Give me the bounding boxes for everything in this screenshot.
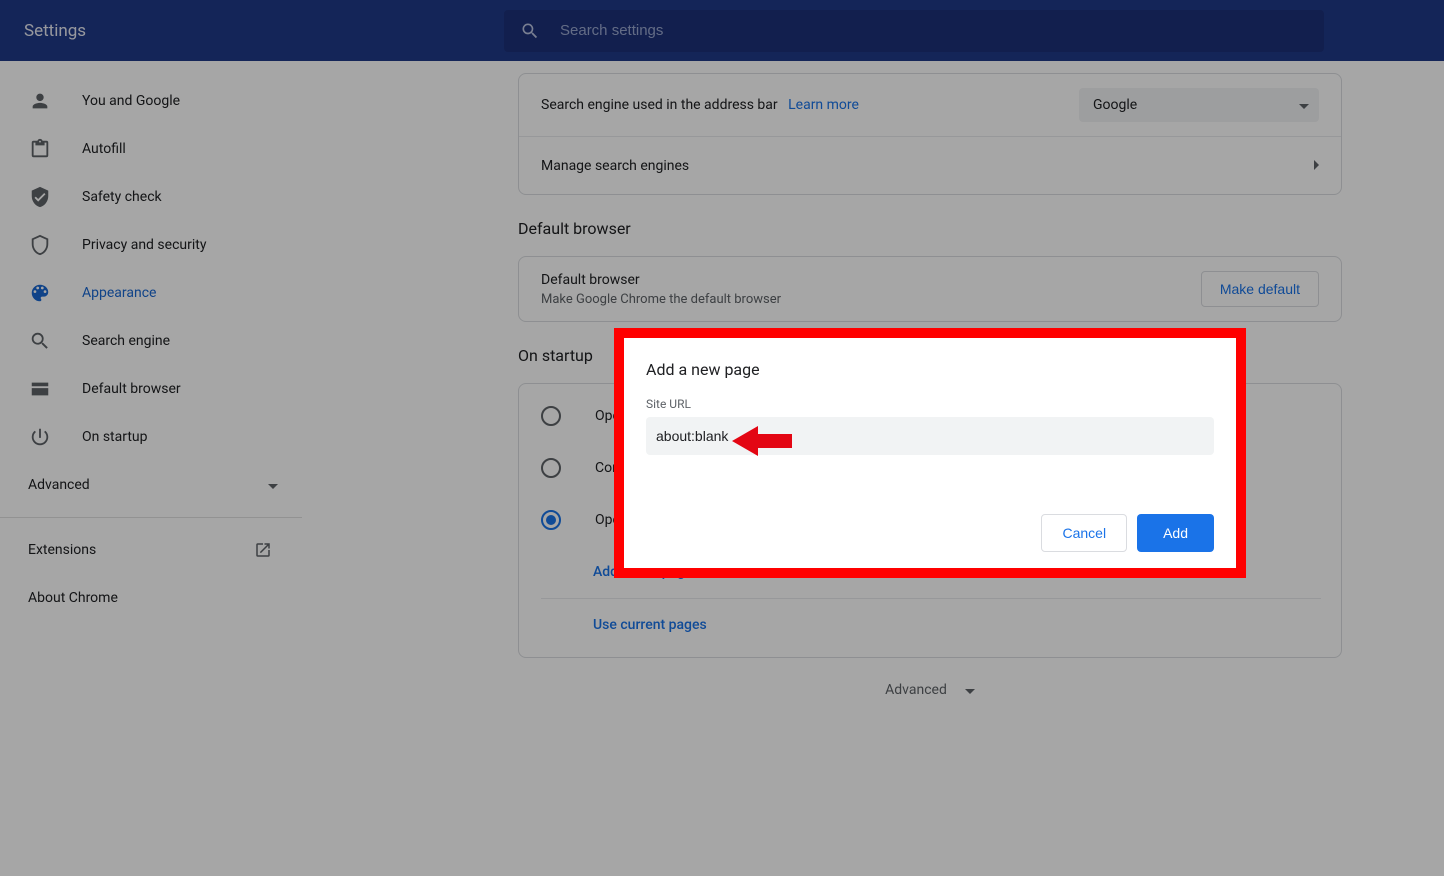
- add-button[interactable]: Add: [1137, 514, 1214, 552]
- cancel-button[interactable]: Cancel: [1041, 514, 1127, 552]
- dialog-highlight-border: Add a new page Site URL Cancel Add: [614, 328, 1246, 578]
- annotation-arrow-icon: [732, 424, 792, 458]
- dialog-actions: Cancel Add: [646, 514, 1214, 552]
- field-label: Site URL: [646, 397, 1214, 411]
- add-page-dialog: Add a new page Site URL Cancel Add: [624, 338, 1236, 568]
- dialog-title: Add a new page: [646, 360, 1214, 379]
